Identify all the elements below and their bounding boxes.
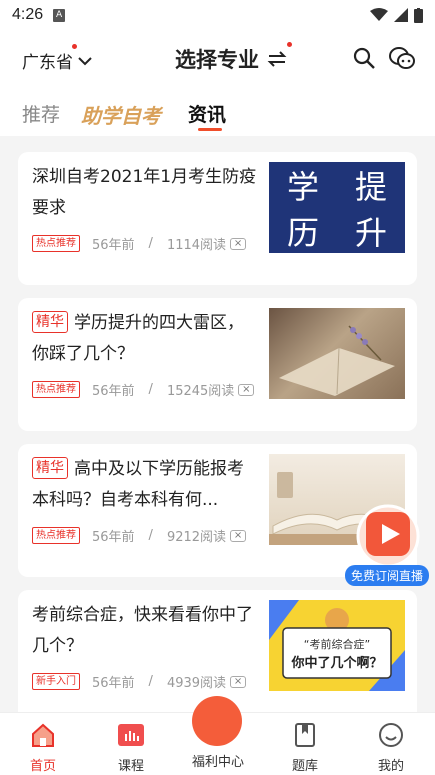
article-tag: 热点推荐: [32, 381, 80, 398]
play-icon: [356, 504, 420, 568]
svg-text:历: 历: [287, 214, 319, 252]
chat-icon[interactable]: [388, 46, 416, 70]
province-label: 广东省: [22, 53, 73, 73]
wifi-icon: [370, 8, 388, 21]
nav-profile[interactable]: 我的: [361, 721, 421, 774]
tab-self-study[interactable]: 助学自考: [81, 100, 161, 129]
article-meta: 新手入门 56年前 / 4939阅读 ×: [32, 672, 247, 691]
nav-courses[interactable]: 课程: [101, 721, 161, 774]
svg-text:学: 学: [287, 168, 319, 206]
article-meta: 热点推荐 56年前 / 9212阅读 ×: [32, 526, 247, 545]
article-title: 精华 高中及以下学历能报考本科吗？自考本科有何...: [32, 457, 244, 510]
tab-news[interactable]: 资讯: [188, 100, 226, 127]
major-selector[interactable]: 选择专业: [175, 42, 292, 74]
article-time: 56年前: [92, 530, 135, 545]
article-reads: 4939阅读: [166, 676, 227, 691]
nav-welfare-label: 福利中心: [191, 755, 244, 770]
major-notice-dot: [287, 42, 292, 47]
article-tag: 热点推荐: [32, 527, 80, 544]
profile-icon: [379, 723, 403, 747]
article-card[interactable]: 精华 学历提升的四大雷区，你踩了几个？ 热点推荐 56年前 / 15245阅读 ×: [18, 298, 417, 431]
article-thumbnail: “考前综合症” 你中了几个啊？: [269, 600, 405, 691]
article-title: 深圳自考2021年1月考生防疫要求: [32, 167, 257, 218]
meta-separator: /: [148, 236, 153, 251]
svg-text:提: 提: [355, 168, 387, 206]
article-card[interactable]: 深圳自考2021年1月考生防疫要求 热点推荐 56年前 / 1114阅读 × 学…: [18, 152, 417, 285]
tab-active-indicator: [198, 128, 222, 131]
article-title: 精华 学历提升的四大雷区，你踩了几个？: [32, 311, 244, 364]
chevron-down-icon: [78, 56, 92, 65]
article-reads: 15245阅读: [166, 384, 235, 399]
article-thumbnail: 学 提 历 升: [269, 162, 405, 253]
nav-home-label: 首页: [29, 759, 56, 774]
welfare-center-button[interactable]: [192, 696, 242, 746]
dismiss-icon[interactable]: ×: [230, 675, 247, 688]
province-selector[interactable]: 广东省: [22, 44, 93, 73]
dismiss-icon[interactable]: ×: [230, 237, 247, 250]
search-icon[interactable]: [352, 46, 376, 70]
featured-tag: 精华: [32, 457, 68, 479]
svg-text:升: 升: [355, 214, 387, 252]
status-time: 4:26: [12, 6, 44, 23]
live-subscribe-button[interactable]: 免费订阅直播: [343, 500, 433, 590]
article-title: 考前综合症，快来看看你中了几个？: [32, 605, 253, 656]
article-reads: 1114阅读: [166, 238, 227, 253]
province-notice-dot: [72, 44, 77, 49]
nav-question-bank-label: 题库: [291, 759, 318, 774]
meta-separator: /: [148, 382, 153, 397]
home-icon: [32, 723, 54, 747]
featured-tag: 精华: [32, 311, 68, 333]
sim-icon: A: [53, 8, 66, 22]
article-reads: 9212阅读: [166, 530, 227, 545]
status-icons: [370, 7, 423, 23]
article-meta: 热点推荐 56年前 / 15245阅读 ×: [32, 380, 255, 399]
nav-profile-label: 我的: [377, 759, 404, 774]
nav-courses-label: 课程: [117, 759, 144, 774]
article-thumbnail: [269, 308, 405, 399]
signal-icon: [394, 8, 408, 22]
article-tag: 热点推荐: [32, 235, 80, 252]
category-tabs: 推荐 助学自考 资讯: [0, 90, 435, 136]
article-time: 56年前: [92, 676, 135, 691]
meta-separator: /: [148, 528, 153, 543]
meta-separator: /: [148, 674, 153, 689]
svg-text:“考前综合症”: “考前综合症”: [304, 637, 370, 651]
top-header: 广东省 选择专业: [0, 30, 435, 90]
dismiss-icon[interactable]: ×: [230, 529, 247, 542]
tab-recommend[interactable]: 推荐: [22, 100, 60, 127]
dismiss-icon[interactable]: ×: [238, 383, 255, 396]
article-tag: 新手入门: [32, 673, 80, 690]
article-meta: 热点推荐 56年前 / 1114阅读 ×: [32, 234, 247, 253]
svg-text:你中了几个啊？: 你中了几个啊？: [290, 655, 382, 671]
live-subscribe-label: 免费订阅直播: [345, 565, 430, 586]
nav-home[interactable]: 首页: [13, 721, 73, 774]
nav-welfare[interactable]: 福利中心: [188, 751, 248, 770]
status-bar: 4:26 A: [0, 0, 435, 30]
nav-question-bank[interactable]: 题库: [275, 721, 335, 774]
course-icon: [118, 724, 144, 746]
battery-icon: [414, 7, 423, 23]
article-time: 56年前: [92, 384, 135, 399]
switch-icon: [267, 51, 287, 67]
article-time: 56年前: [92, 238, 135, 253]
book-icon: [295, 723, 315, 747]
page-title: 选择专业: [175, 48, 259, 72]
